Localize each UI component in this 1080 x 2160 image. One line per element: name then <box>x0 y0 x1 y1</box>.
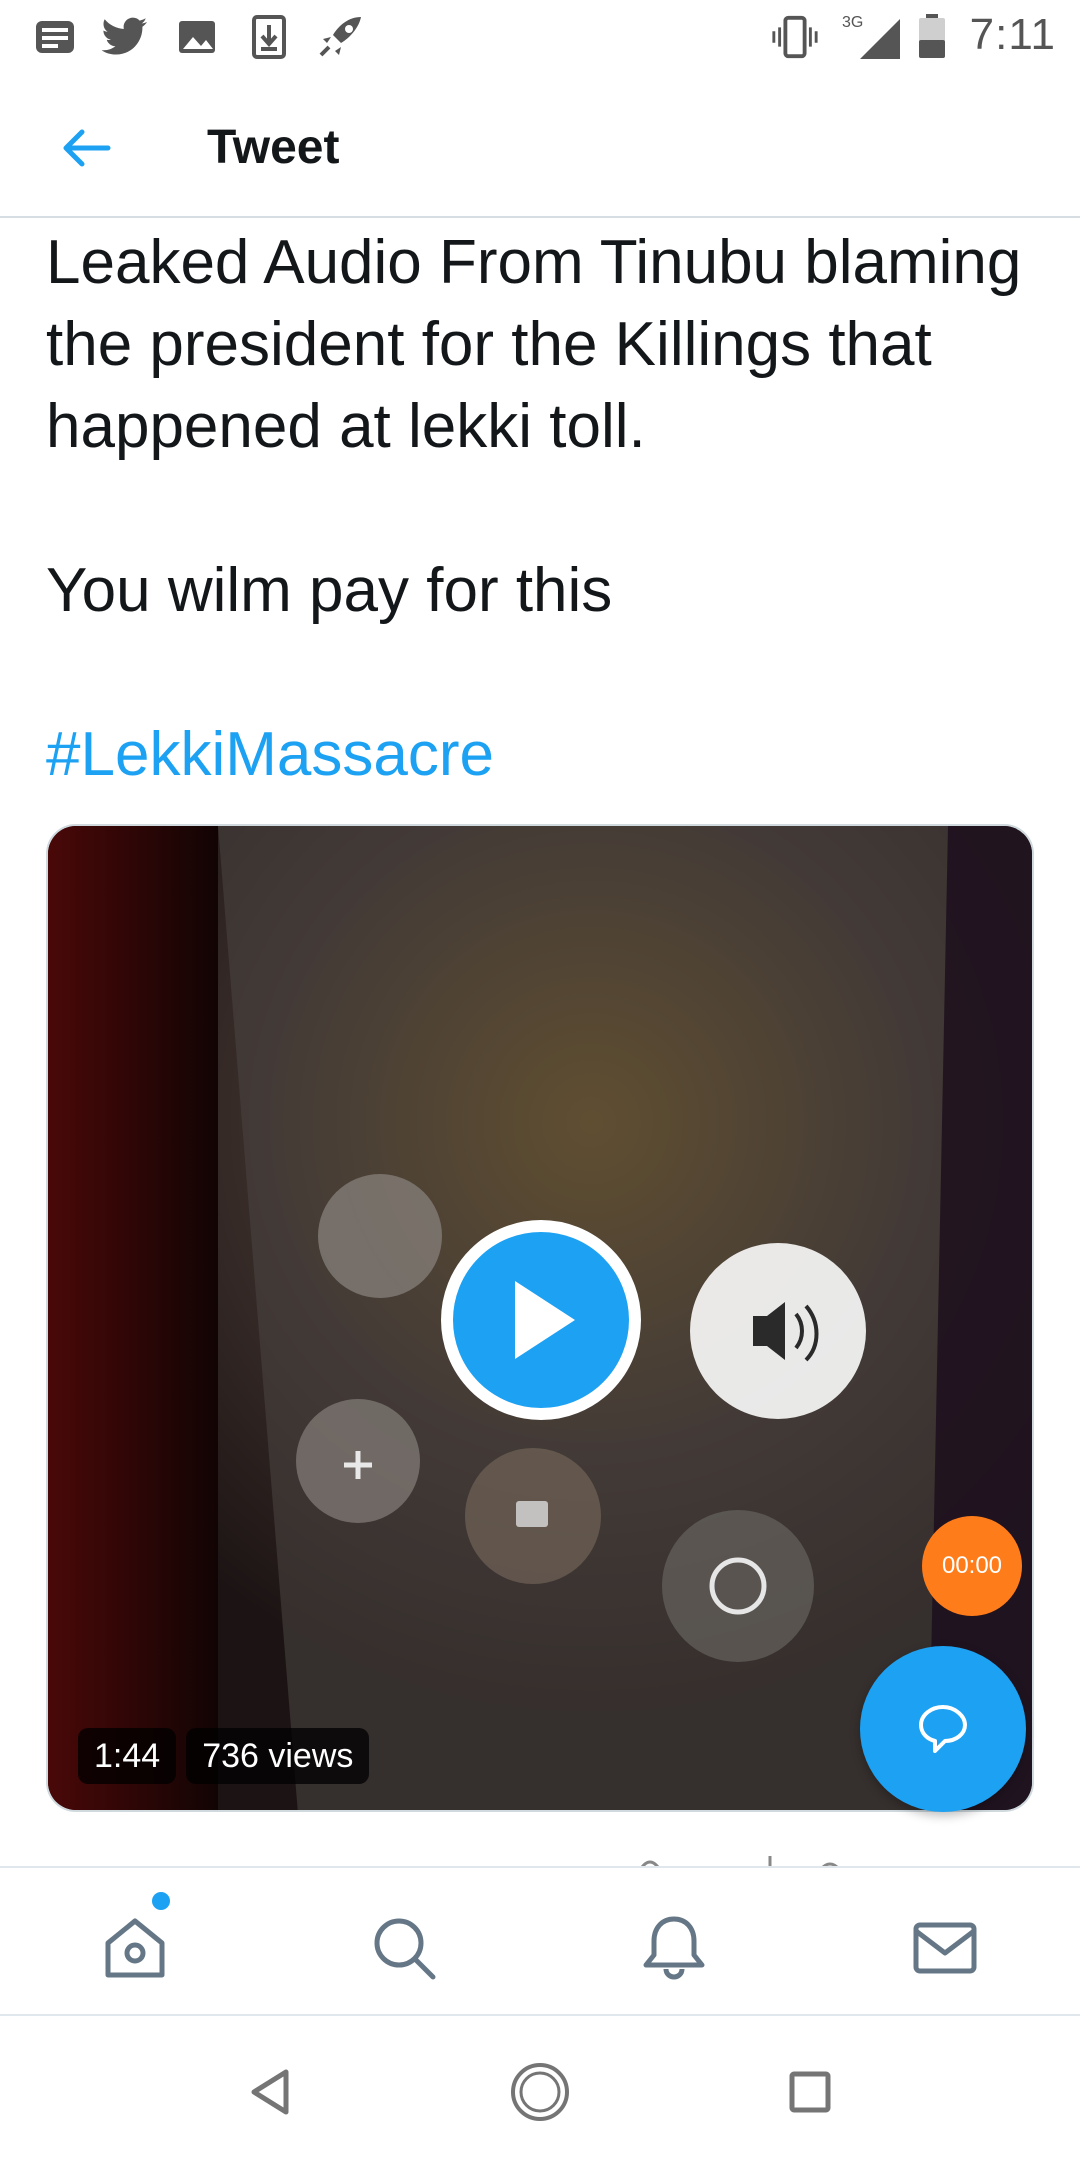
tab-messages[interactable] <box>905 1908 985 1988</box>
home-icon <box>105 1918 165 1978</box>
home-notification-dot <box>152 1892 170 1910</box>
signal-icon: 3G <box>842 12 902 62</box>
tab-home[interactable] <box>95 1908 175 1988</box>
rocket-icon <box>316 12 366 62</box>
mail-icon <box>913 1922 977 1974</box>
app-header: Tweet <box>0 76 1080 218</box>
tab-notifications[interactable] <box>634 1908 714 1988</box>
battery-icon <box>912 12 952 62</box>
tab-search[interactable] <box>364 1908 444 1988</box>
nav-back-button[interactable] <box>238 2060 302 2124</box>
search-icon <box>374 1918 436 1980</box>
video-player[interactable]: 00:00 1:44 736 views <box>46 824 1034 1812</box>
play-button[interactable] <box>441 1220 641 1420</box>
image-icon <box>172 12 222 62</box>
back-arrow-icon <box>63 129 111 167</box>
compose-reply-icon <box>919 1705 967 1753</box>
news-icon <box>30 12 80 62</box>
status-bar: 3G 7:11 <box>0 0 1080 76</box>
bell-icon <box>643 1916 705 1980</box>
nav-recents-button[interactable] <box>778 2060 842 2124</box>
compose-reply-button[interactable] <box>860 1646 1026 1812</box>
play-icon <box>515 1281 575 1359</box>
twitter-icon <box>100 12 150 62</box>
nav-home-icon <box>511 2063 569 2121</box>
vibrate-icon <box>770 12 820 62</box>
download-icon <box>244 12 294 62</box>
video-views: 736 views <box>186 1728 370 1784</box>
bottom-tab-bar <box>0 1866 1080 2016</box>
nav-back-icon <box>251 2069 289 2115</box>
nav-home-button[interactable] <box>508 2060 572 2124</box>
back-button[interactable] <box>50 112 122 184</box>
tweet-text: Leaked Audio From Tinubu blaming the pre… <box>46 222 1046 796</box>
hashtag-link[interactable]: #LekkiMassacre <box>46 714 1046 796</box>
page-title: Tweet <box>207 121 340 174</box>
nav-recents-icon <box>789 2071 831 2113</box>
tweet-text-paragraph-2: You wilm pay for this <box>46 556 613 625</box>
system-nav-bar <box>0 2016 1080 2160</box>
status-time: 7:11 <box>969 10 1056 59</box>
video-meta: 1:44 736 views <box>78 1728 370 1784</box>
network-label: 3G <box>842 14 863 31</box>
video-duration: 1:44 <box>78 1728 177 1784</box>
tweet-text-paragraph-1: Leaked Audio From Tinubu blaming the pre… <box>46 228 1022 461</box>
recording-timer: 00:00 <box>922 1516 1022 1616</box>
